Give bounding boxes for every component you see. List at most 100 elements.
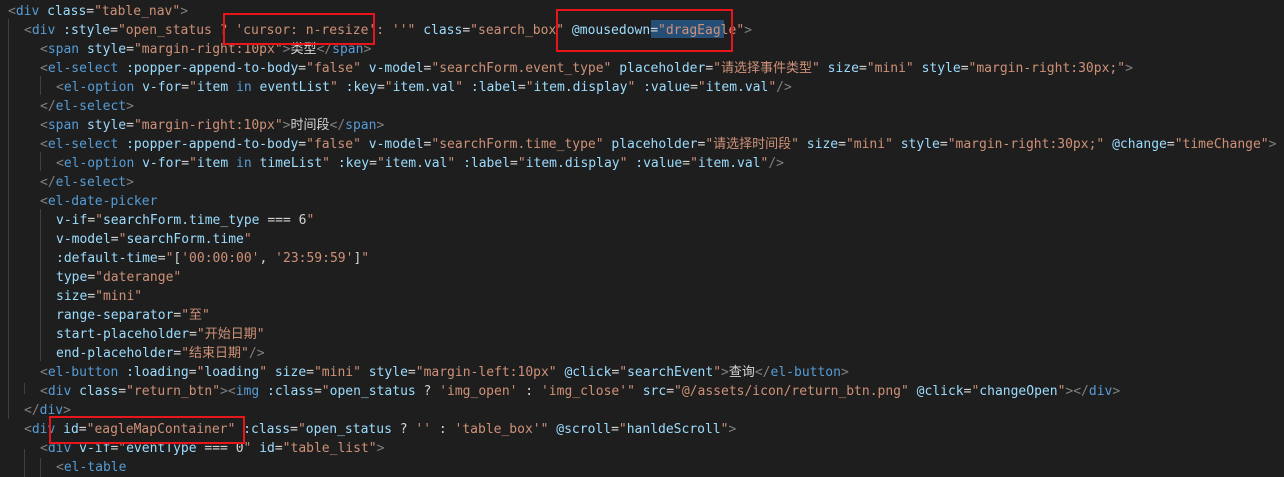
code-token: " bbox=[189, 156, 197, 171]
code-token: style bbox=[86, 118, 127, 133]
code-token: = bbox=[126, 118, 134, 133]
code-token: = bbox=[87, 270, 96, 285]
code-token: searchForm.time_type bbox=[102, 213, 260, 228]
code-token: " bbox=[627, 384, 635, 399]
code-token: " bbox=[376, 156, 385, 171]
code-token: > bbox=[721, 365, 729, 380]
code-token: = bbox=[298, 61, 307, 76]
code-line[interactable]: <el-option v-for="item in timeList" :key… bbox=[56, 154, 784, 173]
code-line[interactable]: </div> bbox=[24, 401, 71, 420]
code-token: placeholder bbox=[619, 61, 706, 76]
code-token: = bbox=[87, 213, 96, 228]
code-line[interactable]: <div id="eagleMapContainer" :class="open… bbox=[24, 420, 736, 439]
code-token: :value bbox=[643, 80, 691, 95]
code-line[interactable]: <el-date-picker bbox=[40, 192, 157, 211]
code-token: item.val bbox=[705, 80, 769, 95]
code-token: </ bbox=[329, 118, 346, 133]
code-line[interactable]: :default-time="['00:00:00', '23:59:59']" bbox=[56, 249, 369, 268]
code-line[interactable]: type="daterange" bbox=[56, 268, 181, 287]
code-token: 'cursor: n-resize' bbox=[235, 23, 377, 38]
code-line[interactable]: <div class="table_nav"> bbox=[8, 2, 188, 21]
code-line[interactable]: <el-select :popper-append-to-body="false… bbox=[40, 59, 1133, 78]
code-token: = bbox=[157, 251, 166, 266]
code-line[interactable]: v-if="searchForm.time_type === 6" bbox=[56, 211, 314, 230]
code-line[interactable]: <el-table bbox=[56, 458, 126, 477]
code-token: "margin-right:10px" bbox=[133, 42, 283, 57]
code-line[interactable]: <span style="margin-right:10px">时间段</spa… bbox=[40, 116, 384, 135]
code-token: = bbox=[517, 80, 526, 95]
code-line[interactable]: range-separator="至" bbox=[56, 306, 210, 325]
code-token: :style bbox=[63, 23, 111, 38]
code-line[interactable]: <div v-if="eventType === 0" id="table_li… bbox=[40, 439, 384, 458]
code-editor[interactable]: <div class="table_nav"> <div :style="open… bbox=[0, 0, 1284, 477]
code-line[interactable]: <span style="margin-right:10px">类型</span… bbox=[40, 40, 371, 59]
code-token: = bbox=[78, 422, 87, 437]
code-token: div bbox=[47, 384, 72, 399]
code-token: v-model bbox=[368, 137, 424, 152]
code-token: > bbox=[744, 23, 752, 38]
code-token: eventList bbox=[259, 80, 330, 95]
code-token: '00:00:00' bbox=[181, 251, 260, 266]
code-token: span bbox=[47, 42, 80, 57]
code-line[interactable]: <el-option v-for="item in eventList" :ke… bbox=[56, 78, 792, 97]
code-token: item bbox=[196, 80, 229, 95]
code-token: = bbox=[110, 23, 118, 38]
code-token: div bbox=[1088, 384, 1113, 399]
code-token: , bbox=[259, 251, 276, 266]
code-token: open_status bbox=[329, 384, 416, 399]
code-token: > bbox=[180, 4, 189, 19]
code-token: :class bbox=[243, 422, 291, 437]
code-line[interactable]: <div :style="open_status ? 'cursor: n-re… bbox=[24, 21, 752, 40]
code-token: placeholder bbox=[611, 137, 698, 152]
code-token: class bbox=[423, 23, 463, 38]
code-line[interactable]: size="mini" bbox=[56, 287, 142, 306]
code-token: : ''" bbox=[376, 23, 416, 38]
code-token: = bbox=[274, 441, 283, 456]
code-token: = bbox=[118, 384, 127, 399]
code-token: v-model bbox=[56, 232, 111, 247]
code-token: "return_btn" bbox=[126, 384, 221, 399]
code-token: = bbox=[110, 232, 119, 247]
code-token: " bbox=[189, 80, 197, 95]
code-token: = bbox=[690, 80, 698, 95]
code-token: : bbox=[517, 384, 541, 399]
code-token: end-placeholder bbox=[56, 346, 174, 361]
code-line[interactable]: <el-button :loading="loading" size="mini… bbox=[40, 363, 849, 382]
code-token: "mini" bbox=[313, 365, 361, 380]
code-token: eventType bbox=[126, 441, 197, 456]
code-token: searchEvent bbox=[627, 365, 714, 380]
code-token: 'table_box' bbox=[454, 422, 541, 437]
code-token: = bbox=[960, 61, 969, 76]
code-token: > bbox=[376, 441, 385, 456]
code-token: < bbox=[227, 384, 236, 399]
code-line[interactable]: <div class="return_btn"><img :class="ope… bbox=[40, 382, 1120, 401]
code-token: :default-time bbox=[56, 251, 158, 266]
code-token: el-button bbox=[770, 365, 841, 380]
code-token: " bbox=[690, 156, 698, 171]
code-line[interactable]: </el-select> bbox=[40, 173, 134, 192]
code-line[interactable]: v-model="searchForm.time" bbox=[56, 230, 252, 249]
code-line[interactable]: start-placeholder="开始日期" bbox=[56, 325, 265, 344]
code-line[interactable]: <el-select :popper-append-to-body="false… bbox=[40, 135, 1276, 154]
code-token: "search_box" bbox=[470, 23, 565, 38]
code-line[interactable]: end-placeholder="结束日期"/> bbox=[56, 344, 265, 363]
code-token: = bbox=[86, 4, 95, 19]
code-token: @scroll bbox=[556, 422, 612, 437]
code-token: > bbox=[1112, 384, 1121, 399]
code-token: < bbox=[40, 441, 48, 456]
code-line[interactable]: </el-select> bbox=[40, 97, 134, 116]
code-token: 'img_open' bbox=[439, 384, 518, 399]
